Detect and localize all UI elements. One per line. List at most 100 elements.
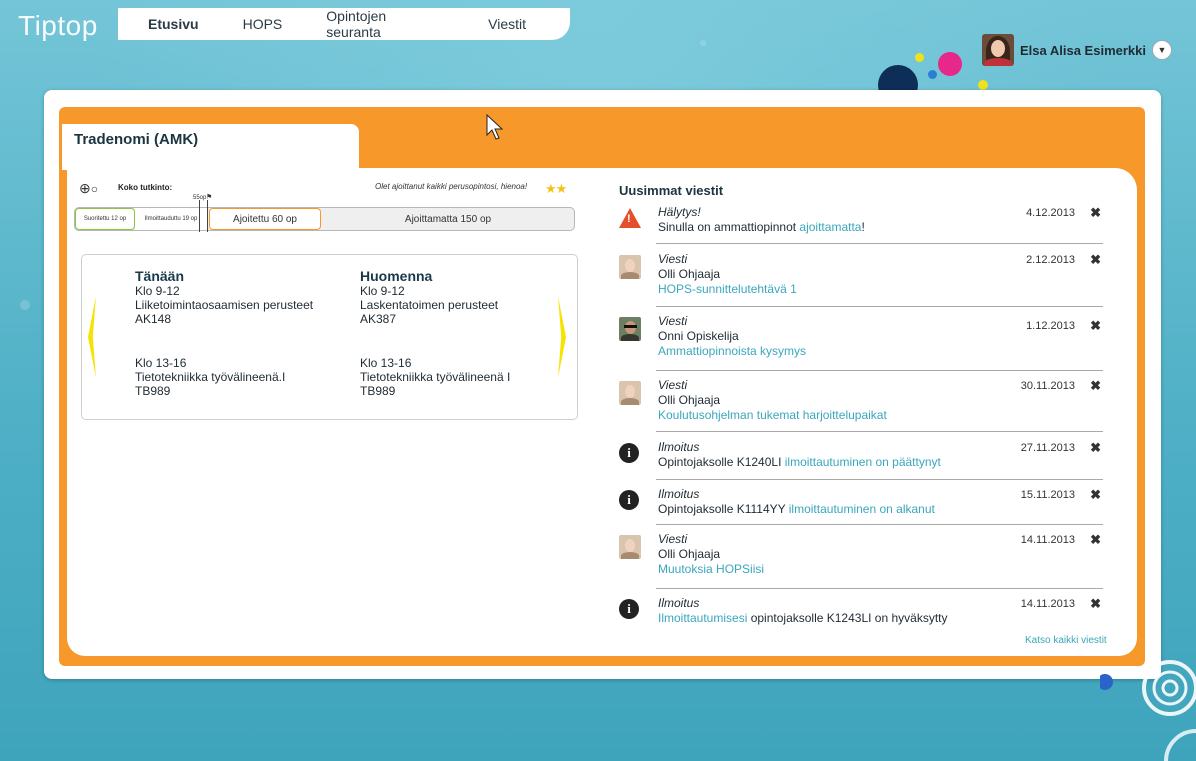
background-speck bbox=[20, 300, 30, 310]
message-link[interactable]: ilmoittautuminen on alkanut bbox=[789, 502, 935, 516]
message-text: ! bbox=[861, 220, 865, 234]
message-date: 1.12.2013 bbox=[1026, 320, 1075, 332]
progress-segment-unscheduled[interactable]: Ajoittamatta 150 op bbox=[322, 208, 574, 230]
message-link[interactable]: ilmoittautuminen on päättynyt bbox=[785, 455, 941, 469]
close-icon[interactable]: ✖ bbox=[1090, 440, 1101, 456]
info-icon: i bbox=[619, 599, 641, 621]
schedule-today-2: Klo 13-16 Tietotekniikka työvälineenä.I … bbox=[135, 356, 285, 398]
message-link[interactable]: ajoittamatta bbox=[799, 220, 861, 234]
avatar-icon bbox=[619, 317, 641, 341]
message-text: opintojaksolle K1243LI on hyväksytty bbox=[747, 611, 948, 625]
progress-segment-scheduled[interactable]: Ajoitettu 60 op bbox=[209, 208, 321, 230]
schedule-course: Laskentatoimen perusteet bbox=[360, 298, 499, 312]
tab-viestit[interactable]: Viestit bbox=[488, 16, 526, 32]
schedule-time: Klo 9-12 bbox=[360, 284, 405, 298]
divider bbox=[656, 479, 1103, 480]
progress-segment-completed[interactable]: Suoritettu 12 op bbox=[75, 208, 135, 230]
schedule-course: Liiketoimintaosaamisen perusteet bbox=[135, 298, 314, 312]
message-date: 27.11.2013 bbox=[1020, 442, 1075, 454]
schedule-today: Tänään Klo 9-12 Liiketoimintaosaamisen p… bbox=[135, 269, 313, 326]
divider bbox=[656, 306, 1103, 307]
chevron-down-icon[interactable]: ▼ bbox=[1152, 40, 1172, 60]
message-link[interactable]: Ammattiopinnoista kysymys bbox=[658, 344, 806, 359]
message-type: Ilmoitus bbox=[658, 596, 700, 610]
user-avatar bbox=[982, 34, 1014, 66]
message-date: 14.11.2013 bbox=[1020, 534, 1075, 546]
schedule-time: Klo 13-16 bbox=[135, 356, 187, 370]
message-date: 14.11.2013 bbox=[1020, 598, 1075, 610]
see-all-messages-link[interactable]: Katso kaikki viestit bbox=[1025, 635, 1107, 646]
message-date: 4.12.2013 bbox=[1026, 207, 1075, 219]
close-icon[interactable]: ✖ bbox=[1090, 252, 1101, 268]
close-icon[interactable]: ✖ bbox=[1090, 318, 1101, 334]
divider bbox=[656, 431, 1103, 432]
avatar-icon bbox=[619, 381, 641, 405]
mouse-cursor-icon bbox=[486, 114, 504, 140]
progress-label: Koko tutkinto: bbox=[118, 183, 173, 192]
star-icon: ★★ bbox=[545, 181, 567, 196]
message-type: Ilmoitus bbox=[658, 487, 700, 501]
message-type: Viesti bbox=[658, 532, 688, 546]
message-text: Opintojaksolle K1114YY bbox=[658, 502, 789, 516]
message-sender: Olli Ohjaaja bbox=[658, 267, 721, 281]
close-icon[interactable]: ✖ bbox=[1090, 596, 1101, 612]
schedule-tomorrow-2: Klo 13-16 Tietotekniikka työvälineenä I … bbox=[360, 356, 510, 398]
info-icon: i bbox=[619, 490, 641, 512]
message-date: 15.11.2013 bbox=[1020, 489, 1075, 501]
schedule-room: AK387 bbox=[360, 312, 397, 326]
background-speck bbox=[700, 40, 706, 46]
schedule-tomorrow: Huomenna Klo 9-12 Laskentatoimen peruste… bbox=[360, 269, 498, 326]
zoom-controls: ⊕○ bbox=[79, 180, 98, 197]
app-logo[interactable]: Tiptop bbox=[18, 10, 98, 42]
degree-title: Tradenomi (AMK) bbox=[62, 124, 359, 154]
schedule-day-heading: Tänään bbox=[135, 268, 185, 284]
message-type: Ilmoitus bbox=[658, 440, 700, 454]
top-navigation: Etusivu HOPS Opintojen seuranta Viestit bbox=[118, 8, 570, 40]
schedule-course: Tietotekniikka työvälineenä.I bbox=[135, 370, 286, 384]
user-menu[interactable]: Elsa Alisa Esimerkki ▼ bbox=[982, 34, 1172, 66]
close-icon[interactable]: ✖ bbox=[1090, 378, 1101, 394]
avatar-icon bbox=[619, 255, 641, 279]
message-link[interactable]: Koulutusohjelman tukemat harjoittelupaik… bbox=[658, 408, 887, 423]
progress-segment-enrolled[interactable]: Ilmoittauduttu 19 op bbox=[135, 208, 207, 230]
message-text: Opintojaksolle K1240LI bbox=[658, 455, 785, 469]
message-type: Viesti bbox=[658, 252, 688, 266]
close-icon[interactable]: ✖ bbox=[1090, 205, 1101, 221]
message-type: Viesti bbox=[658, 378, 688, 392]
user-name[interactable]: Elsa Alisa Esimerkki bbox=[1020, 43, 1146, 58]
zoom-out-icon[interactable]: ○ bbox=[91, 182, 98, 196]
divider bbox=[656, 243, 1103, 244]
message-link[interactable]: Muutoksia HOPSiisi bbox=[658, 562, 764, 577]
message-type: Hälytys! bbox=[658, 205, 701, 219]
message-type: Viesti bbox=[658, 314, 688, 328]
message-sender: Olli Ohjaaja bbox=[658, 547, 721, 561]
divider bbox=[656, 370, 1103, 371]
message-date: 2.12.2013 bbox=[1026, 254, 1075, 266]
close-icon[interactable]: ✖ bbox=[1090, 487, 1101, 503]
tab-hops[interactable]: HOPS bbox=[243, 16, 283, 32]
message-link[interactable]: HOPS-sunnittelutehtävä 1 bbox=[658, 282, 797, 297]
tab-opintojen-seuranta[interactable]: Opintojen seuranta bbox=[326, 8, 444, 40]
zoom-in-icon[interactable]: ⊕ bbox=[79, 180, 91, 196]
message-sender: Onni Opiskelija bbox=[658, 329, 739, 343]
divider bbox=[656, 588, 1103, 589]
messages-title: Uusimmat viestit bbox=[619, 183, 724, 198]
milestone-marker bbox=[199, 200, 200, 232]
message-sender: Olli Ohjaaja bbox=[658, 393, 721, 407]
message-link[interactable]: Ilmoittautumisesi bbox=[658, 611, 747, 625]
message-text: Sinulla on ammattiopinnot bbox=[658, 220, 800, 234]
decorative-circles bbox=[1100, 660, 1196, 761]
schedule-day-heading: Huomenna bbox=[360, 268, 433, 284]
schedule-time: Klo 13-16 bbox=[360, 356, 412, 370]
schedule-room: AK148 bbox=[135, 312, 172, 326]
tab-etusivu[interactable]: Etusivu bbox=[148, 16, 199, 32]
schedule-course: Tietotekniikka työvälineenä I bbox=[360, 370, 511, 384]
schedule-time: Klo 9-12 bbox=[135, 284, 180, 298]
schedule-room: TB989 bbox=[360, 384, 396, 398]
schedule-room: TB989 bbox=[135, 384, 171, 398]
info-icon: i bbox=[619, 443, 641, 465]
message-date: 30.11.2013 bbox=[1020, 380, 1075, 392]
divider bbox=[656, 524, 1103, 525]
milestone-marker bbox=[207, 200, 208, 232]
close-icon[interactable]: ✖ bbox=[1090, 532, 1101, 548]
